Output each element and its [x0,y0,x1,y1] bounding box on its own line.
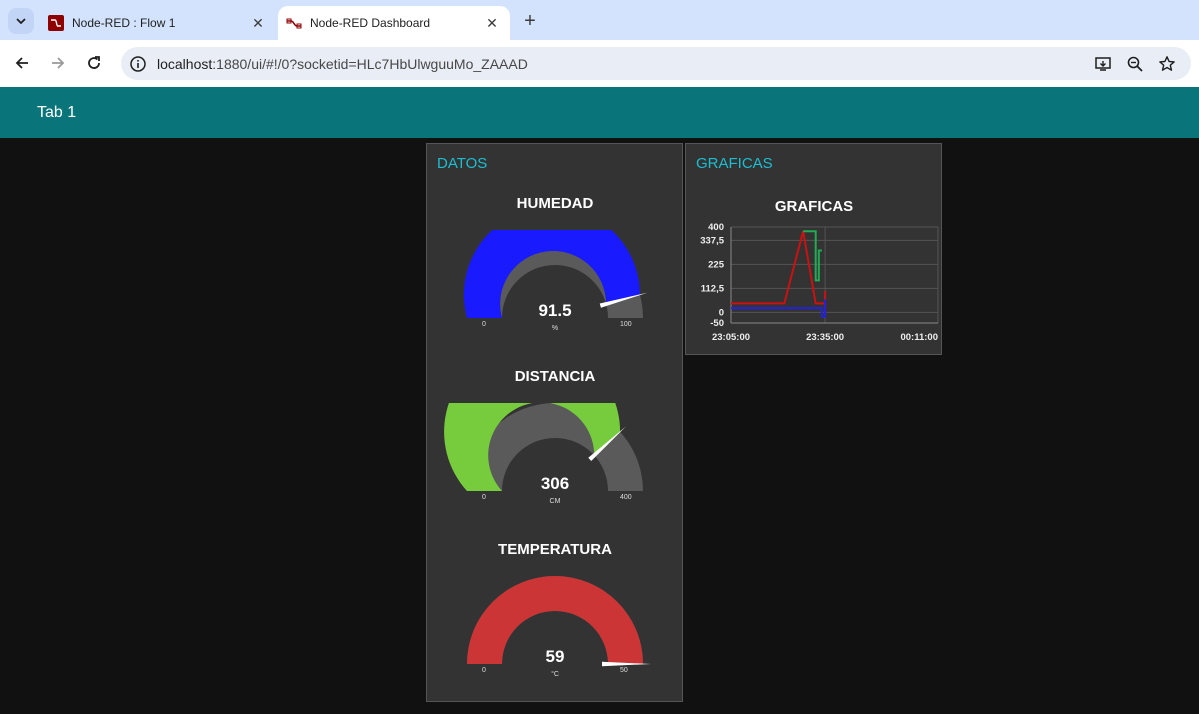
x-tick-label: 00:11:00 [900,332,938,343]
browser-tab-dashboard[interactable]: Node-RED Dashboard ✕ [278,6,510,40]
x-tick-label: 23:35:00 [806,332,844,343]
reload-button[interactable] [82,51,106,75]
group-title: GRAFICAS [696,155,773,172]
browser-tab-strip: Node-RED : Flow 1 ✕ Node-RED Dashboard ✕… [0,0,1199,40]
install-app-icon[interactable] [1093,54,1113,74]
gauge-title-distancia: DISTANCIA [514,368,596,385]
y-tick-label: 400 [708,222,724,233]
gauge-value-distancia: 306 [540,474,570,493]
arrow-left-icon [15,57,28,69]
gauge-title-temperatura: TEMPERATURA [498,541,612,558]
close-tab-icon[interactable]: ✕ [482,13,502,33]
gauge-max-temperatura: 50 [620,667,628,674]
url-path: :1880/ui/#!/0?socketid=HLc7HbUlwguuMo_ZA… [212,56,528,72]
gauge-value-humedad: 91.5 [538,301,572,320]
gauge-value-temperatura: 59 [545,647,565,666]
arrow-right-icon [52,57,65,69]
line-chart: 400 337,5 225 112,5 0-50 23:05:00 23:35:00 00:1… [700,222,939,343]
x-tick-label: 23:05:00 [712,332,750,343]
node-red-favicon-icon [48,15,64,31]
tab-title: Node-RED : Flow 1 [72,16,176,30]
group-graficas: GRAFICAS GRAFICAS 400 337,5 225 112,5 0 -50 23… [685,143,942,355]
url-text[interactable]: localhost:1880/ui/#!/0?socketid=HLc7HbUl… [157,56,528,72]
gauge-min-temperatura: 0 [482,667,486,674]
dashboard-header: Tab 1 [0,87,1199,138]
gauge-unit-humedad: % [551,325,559,332]
reload-icon [88,56,100,69]
forward-button[interactable] [46,51,70,75]
tab-search-button[interactable] [8,8,34,34]
bookmark-star-icon[interactable] [1157,54,1177,74]
chart-title: GRAFICAS [774,198,854,215]
url-host: localhost [157,56,213,72]
gauge-min-humedad: 0 [482,321,486,328]
gauge-max-humedad: 100 [620,321,632,328]
gauge-unit-distancia: CM [549,498,561,505]
series-line-2 [803,230,822,282]
gauge-unit-temperatura: °C [551,671,559,678]
gauge-min-distancia: 0 [482,494,486,501]
group-datos: DATOS HUMEDAD 91.5 % 0 100 DISTANCIA 306… [426,143,683,702]
y-tick-label: 337,5 [700,235,724,246]
y-tick-label: 0 [719,307,724,318]
node-red-favicon-icon [286,15,302,31]
series-line-0 [731,231,827,313]
zoom-icon[interactable] [1125,54,1145,74]
new-tab-button[interactable]: + [518,9,542,33]
close-tab-icon[interactable]: ✕ [248,13,268,33]
gauge-max-distancia: 400 [620,494,632,501]
browser-tab-flow[interactable]: Node-RED : Flow 1 ✕ [40,6,276,40]
chevron-down-icon [16,18,26,25]
group-title: DATOS [437,155,488,172]
tab-title: Node-RED Dashboard [310,16,431,30]
browser-toolbar: localhost:1880/ui/#!/0?socketid=HLc7HbUl… [0,40,1199,87]
dashboard-tab-title: Tab 1 [37,104,77,121]
y-tick-label: -50 [710,318,724,329]
address-bar[interactable]: localhost:1880/ui/#!/0?socketid=HLc7HbUl… [121,47,1191,80]
series-line-1 [731,299,827,318]
y-tick-label: 225 [708,259,725,270]
y-tick-label: 112,5 [701,283,725,294]
back-button[interactable] [10,51,34,75]
gauge-title-humedad: HUMEDAD [516,195,594,212]
site-info-icon[interactable] [129,55,147,73]
